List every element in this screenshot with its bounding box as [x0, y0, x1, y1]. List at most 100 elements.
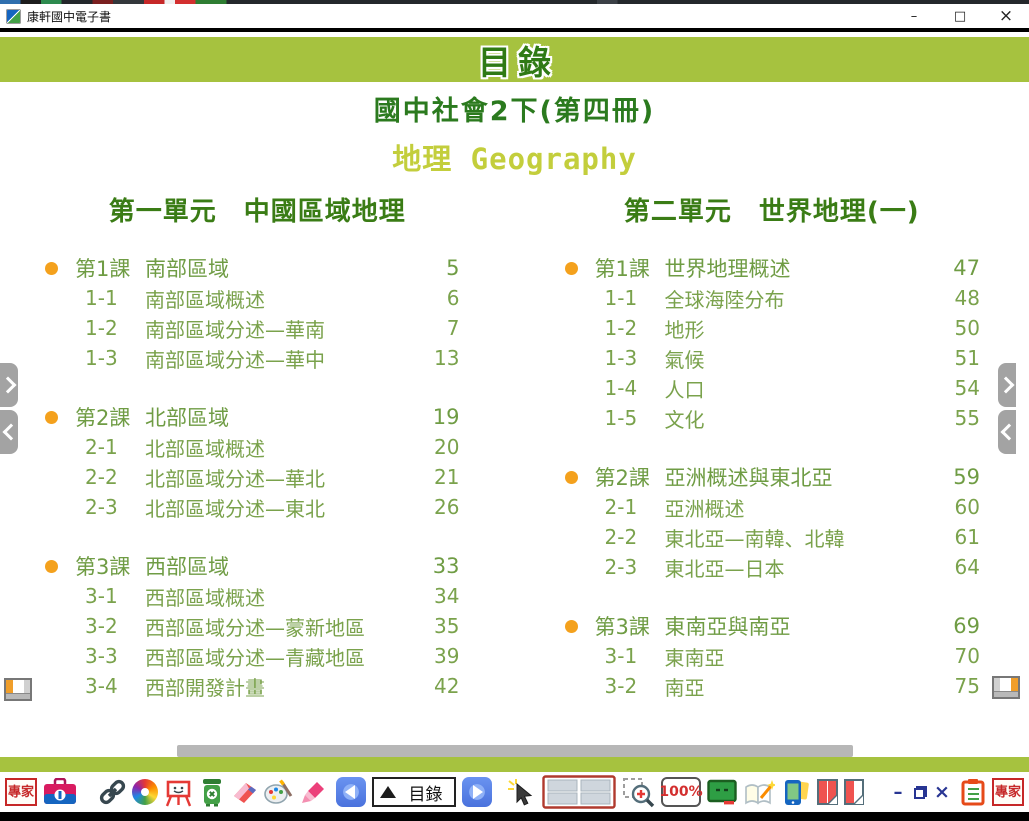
- entry-title: 南部區域分述—華中: [145, 344, 414, 373]
- toc-lesson-row[interactable]: 第1課南部區域5: [45, 253, 460, 283]
- toc-sub-row[interactable]: 3-2西部區域分述—蒙新地區35: [45, 611, 460, 641]
- toc-lesson-row[interactable]: 第3課西部區域33: [45, 551, 460, 581]
- zoom-level-button[interactable]: 100%: [661, 777, 701, 807]
- expert-mode-button-right[interactable]: 專家: [992, 778, 1024, 806]
- triangle-left-icon: [345, 785, 355, 799]
- minimize-button[interactable]: –: [891, 4, 937, 28]
- close-button[interactable]: ×: [983, 4, 1029, 28]
- eraser-icon: [231, 780, 258, 805]
- toc-sub-row[interactable]: 3-1東南亞70: [565, 641, 981, 671]
- mask-full-page-button[interactable]: [817, 779, 838, 805]
- toc-header-bar: 目錄: [0, 37, 1029, 82]
- toc-sub-row[interactable]: 2-3東北亞—日本64: [565, 552, 981, 582]
- entry-label: 第1課: [595, 253, 665, 283]
- lesson-bullet-icon: [565, 262, 595, 275]
- contents-list-button[interactable]: [960, 778, 986, 806]
- horizontal-scrollbar[interactable]: [177, 745, 853, 757]
- entry-title: 北部區域分述—東北: [145, 493, 414, 522]
- entry-page-number: 21: [414, 465, 460, 489]
- mask-half-page-button[interactable]: [844, 779, 865, 805]
- toc-sub-row[interactable]: 1-3南部區域分述—華中13: [45, 343, 460, 373]
- left-edge-prev-tab[interactable]: [0, 410, 18, 454]
- toc-lesson-row[interactable]: 第2課亞洲概述與東北亞59: [565, 462, 981, 492]
- toc-sub-row[interactable]: 2-1亞洲概述60: [565, 492, 981, 522]
- entry-page-number: 7: [414, 316, 460, 340]
- toolbox-button[interactable]: [43, 778, 77, 806]
- select-cursor-button[interactable]: [506, 778, 536, 806]
- page-corner-right-icon[interactable]: [992, 676, 1020, 699]
- toolbar-close-button[interactable]: ×: [934, 780, 950, 804]
- entry-page-number: 48: [934, 286, 980, 310]
- entry-label: 1-4: [595, 376, 665, 400]
- toc-sub-row[interactable]: 1-1全球海陸分布48: [565, 283, 981, 313]
- page-indicator-dropdown[interactable]: 目錄: [372, 777, 456, 807]
- entry-title: 南部區域分述—華南: [145, 314, 414, 343]
- chevron-left-icon: [1000, 424, 1017, 441]
- toc-sub-row[interactable]: 2-3北部區域分述—東北26: [45, 492, 460, 522]
- entry-label: 1-2: [75, 316, 145, 340]
- toc-sub-row[interactable]: 1-4人口54: [565, 373, 981, 403]
- creative-tools-button[interactable]: [132, 779, 158, 805]
- toolbar-restore-button[interactable]: [912, 780, 928, 804]
- entry-label: 1-5: [595, 406, 665, 430]
- right-edge-next-tab[interactable]: [998, 363, 1016, 407]
- toc-sub-row[interactable]: 2-1北部區域概述20: [45, 432, 460, 462]
- toc-section-gap: [565, 433, 981, 462]
- page-title: 目錄: [471, 36, 558, 84]
- entry-page-number: 13: [414, 346, 460, 370]
- entry-title: 人口: [665, 374, 935, 403]
- cursor-sparkle-icon: [506, 778, 536, 806]
- toc-sub-row[interactable]: 3-3西部區域分述—青藏地區39: [45, 641, 460, 671]
- lesson-bullet-icon: [45, 560, 75, 573]
- entry-title: 北部區域概述: [145, 433, 414, 462]
- toc-sub-row[interactable]: 3-4西部開發計畫42: [45, 671, 460, 701]
- pinwheel-icon: [132, 779, 158, 805]
- entry-label: 第1課: [75, 253, 145, 283]
- paint-palette-button[interactable]: [264, 779, 293, 805]
- whiteboard-button[interactable]: [164, 778, 193, 807]
- link-button[interactable]: [99, 779, 126, 806]
- entry-title: 文化: [665, 404, 935, 433]
- entry-page-number: 61: [934, 525, 980, 549]
- toc-sub-row[interactable]: 1-1南部區域概述6: [45, 283, 460, 313]
- chalkboard-icon: [707, 779, 737, 806]
- mobile-sync-button[interactable]: [781, 778, 811, 807]
- entry-page-number: 64: [934, 555, 980, 579]
- toc-sub-row[interactable]: 2-2北部區域分述—華北21: [45, 462, 460, 492]
- toc-sub-row[interactable]: 3-2南亞75: [565, 671, 981, 701]
- toc-sub-row[interactable]: 1-2地形50: [565, 313, 981, 343]
- toc-sub-row[interactable]: 1-2南部區域分述—華南7: [45, 313, 460, 343]
- entry-page-number: 34: [414, 584, 460, 608]
- toc-sub-row[interactable]: 1-5文化55: [565, 403, 981, 433]
- entry-label: 1-2: [595, 316, 665, 340]
- chalkboard-button[interactable]: [707, 779, 737, 806]
- toc-lesson-row[interactable]: 第1課世界地理概述47: [565, 253, 981, 283]
- maximize-button[interactable]: □: [937, 4, 983, 28]
- next-page-button[interactable]: [462, 777, 492, 807]
- toolbar-minimize-button[interactable]: –: [890, 780, 906, 804]
- eraser-button[interactable]: [231, 780, 258, 805]
- dual-page-view-button[interactable]: [542, 775, 616, 809]
- toc-sub-row[interactable]: 1-3氣候51: [565, 343, 981, 373]
- device-cards-icon: [781, 778, 811, 807]
- entry-page-number: 50: [934, 316, 980, 340]
- highlighter-button[interactable]: [299, 779, 326, 806]
- entry-page-number: 33: [414, 554, 460, 578]
- zoom-area-button[interactable]: [622, 777, 655, 808]
- previous-page-button[interactable]: [336, 777, 366, 807]
- right-edge-prev-tab[interactable]: [998, 410, 1016, 454]
- expert-mode-button[interactable]: 專家: [5, 778, 37, 806]
- toc-sub-row[interactable]: 3-1西部區域概述34: [45, 581, 460, 611]
- entry-page-number: 51: [934, 346, 980, 370]
- toc-lesson-row[interactable]: 第3課東南亞與南亞69: [565, 611, 981, 641]
- left-edge-next-tab[interactable]: [0, 363, 18, 407]
- recycle-bin-button[interactable]: [199, 778, 225, 807]
- entry-label: 第3課: [595, 611, 665, 641]
- toc-lesson-row[interactable]: 第2課北部區域19: [45, 402, 460, 432]
- page-corner-bar: [6, 693, 30, 699]
- workbook-button[interactable]: [743, 778, 775, 807]
- toc-sub-row[interactable]: 2-2東北亞—南韓、北韓61: [565, 522, 981, 552]
- page-corner-left-icon[interactable]: [4, 678, 32, 701]
- app-logo-icon: [6, 9, 21, 24]
- magnifier-plus-icon: [622, 777, 655, 808]
